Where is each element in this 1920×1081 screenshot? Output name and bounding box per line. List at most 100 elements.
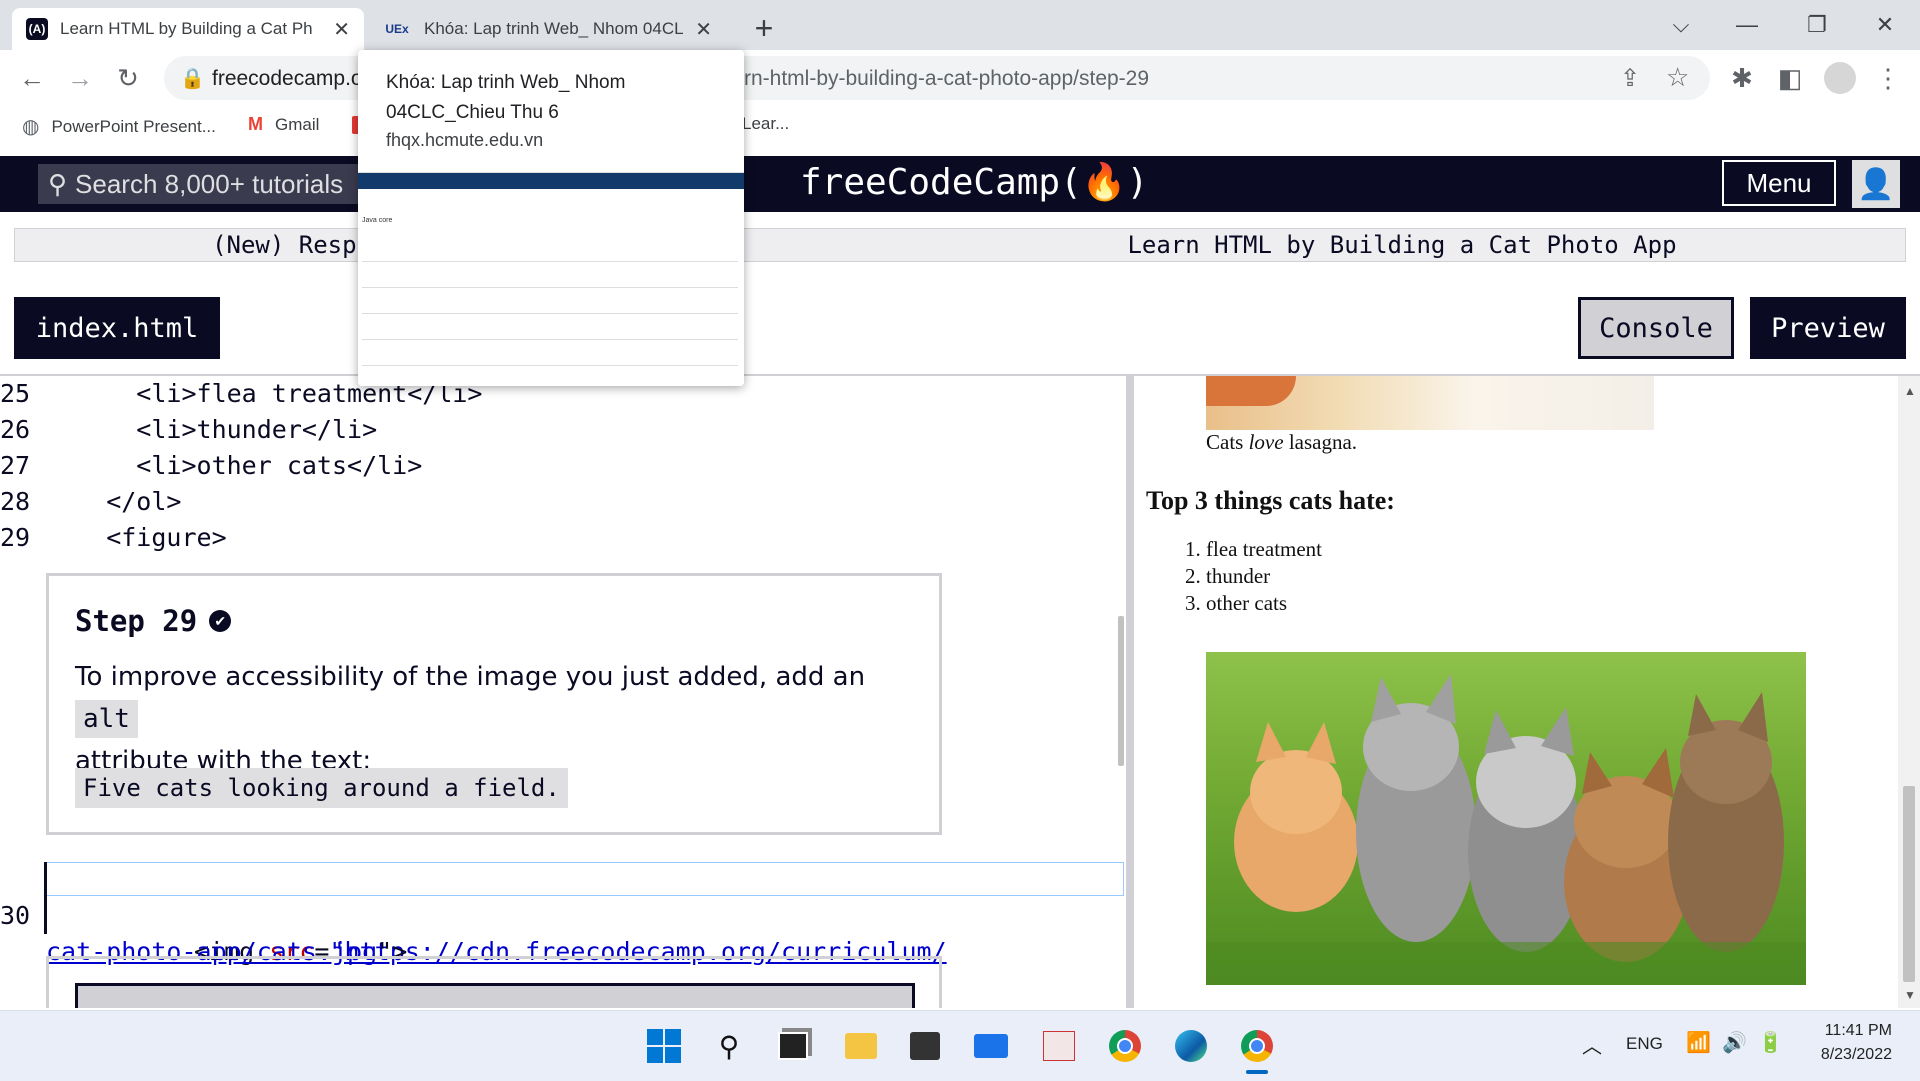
breadcrumb-block[interactable]: Learn HTML by Building a Cat Photo App xyxy=(598,228,1906,262)
bookmark-star-icon[interactable]: ☆ xyxy=(1666,62,1689,93)
clock-date[interactable]: 8/23/2022 xyxy=(1806,1046,1892,1064)
active-app-indicator xyxy=(1246,1070,1268,1074)
thumb-heading: Java core xyxy=(362,217,393,224)
tab-hover-card: Khóa: Lap trinh Web_ Nhom 04CLC_Chieu Th… xyxy=(358,50,744,386)
code-text: <figure> xyxy=(46,523,227,552)
tab-search-chevron-icon[interactable]: ⌵ xyxy=(1658,8,1704,42)
tab-title: Learn HTML by Building a Cat Ph xyxy=(60,19,313,38)
console-button[interactable]: Console xyxy=(1578,297,1734,359)
extensions-puzzle-icon[interactable]: ✱ xyxy=(1722,58,1762,98)
code-line: 29 <figure> xyxy=(0,520,1126,556)
minimize-window-icon[interactable]: — xyxy=(1724,8,1770,42)
share-icon[interactable]: ⇪ xyxy=(1620,64,1640,93)
lasagna-image xyxy=(1206,376,1654,430)
url-path: rn-html-by-building-a-cat-photo-app/step… xyxy=(744,67,1150,90)
code-line: 26 <li>thunder</li> xyxy=(0,412,1126,448)
bookmark-learn[interactable]: Lear... xyxy=(742,114,789,134)
forward-arrow-icon[interactable]: → xyxy=(60,58,100,98)
caption-text: lasagna. xyxy=(1283,430,1358,454)
check-code-button[interactable] xyxy=(75,983,915,1008)
line-number: 26 xyxy=(0,415,31,444)
next-card xyxy=(46,956,942,1008)
thumb-row xyxy=(362,313,738,314)
search-icon[interactable]: ⚲ xyxy=(708,1025,750,1067)
line-number: 29 xyxy=(0,523,31,552)
list-item: thunder xyxy=(1206,563,1322,590)
code-text: </ol> xyxy=(46,487,182,516)
pane-resize-handle[interactable] xyxy=(1126,376,1134,1008)
more-menu-icon[interactable]: ⋮ xyxy=(1868,58,1908,98)
clock-time[interactable]: 11:41 PM xyxy=(1806,1022,1892,1040)
user-avatar-icon[interactable]: 👤 xyxy=(1852,160,1900,208)
file-tab-index-html[interactable]: index.html xyxy=(14,297,220,359)
code-line-30-wrap: cat-photo-app/cats.jpg"> xyxy=(0,898,1126,966)
thumb-header-bar xyxy=(358,173,744,189)
cats-illustration xyxy=(1206,674,1806,985)
editor-scrollbar[interactable] xyxy=(1118,616,1124,766)
chrome-active-icon[interactable] xyxy=(1236,1025,1278,1067)
chrome-icon[interactable] xyxy=(1104,1025,1146,1067)
microsoft-store-icon[interactable] xyxy=(904,1025,946,1067)
breadcrumb-block-label: Learn HTML by Building a Cat Photo App xyxy=(1127,231,1677,259)
file-explorer-icon[interactable] xyxy=(840,1025,882,1067)
list-item: flea treatment xyxy=(1206,536,1322,563)
lock-icon: 🔒 xyxy=(180,68,205,90)
code-text: <li>thunder</li> xyxy=(46,415,378,444)
line-number: 28 xyxy=(0,487,31,516)
scroll-up-arrow-icon[interactable]: ▲ xyxy=(1904,384,1916,398)
search-icon: ⚲ xyxy=(48,168,68,199)
app-icon[interactable] xyxy=(1038,1025,1080,1067)
search-placeholder: Search 8,000+ tutorials xyxy=(75,168,344,199)
new-tab-button[interactable]: + xyxy=(744,8,784,48)
back-arrow-icon[interactable]: ← xyxy=(12,58,52,98)
start-windows-icon[interactable] xyxy=(643,1025,685,1067)
hate-list: flea treatment thunder other cats xyxy=(1146,536,1322,617)
search-input[interactable]: ⚲ Search 8,000+ tutorials xyxy=(38,164,358,204)
scroll-down-arrow-icon[interactable]: ▼ xyxy=(1904,988,1916,1002)
code-line: 28 </ol> xyxy=(0,484,1126,520)
edge-icon[interactable] xyxy=(1170,1025,1212,1067)
profile-avatar-icon[interactable] xyxy=(1824,62,1856,94)
globe-icon: ◍ xyxy=(22,116,40,138)
code-text: <li>other cats</li> xyxy=(46,451,423,480)
chevron-up-icon[interactable]: ︿ xyxy=(1582,1030,1602,1059)
restore-window-icon[interactable]: ❐ xyxy=(1794,8,1840,42)
hover-card-thumbnail: Java core xyxy=(358,172,744,386)
code-line: 27 <li>other cats</li> xyxy=(0,448,1126,484)
language-indicator[interactable]: ENG xyxy=(1626,1034,1663,1054)
gmail-icon: M xyxy=(248,114,263,134)
close-window-icon[interactable]: ✕ xyxy=(1862,8,1908,42)
hover-card-title: Khóa: Lap trinh Web_ Nhom 04CLC_Chieu Th… xyxy=(386,72,626,123)
reload-icon[interactable]: ↻ xyxy=(108,58,148,98)
step-description: To improve accessibility of the image yo… xyxy=(75,662,866,692)
menu-button[interactable]: Menu xyxy=(1722,160,1836,206)
bookmark-label: Lear... xyxy=(742,114,790,133)
lasagna-sauce xyxy=(1206,376,1296,406)
check-circle-icon: ✔ xyxy=(209,610,232,632)
thumb-row xyxy=(362,365,738,366)
thumb-row xyxy=(362,261,738,262)
freecodecamp-logo[interactable]: freeCodeCamp(🔥) xyxy=(800,160,1148,204)
preview-scrollbar[interactable]: ▲ ▼ xyxy=(1898,376,1920,1008)
line-number: 27 xyxy=(0,451,31,480)
mail-icon[interactable] xyxy=(970,1025,1012,1067)
close-tab-icon[interactable]: ✕ xyxy=(695,17,712,42)
volume-icon[interactable]: 🔊 xyxy=(1722,1030,1747,1055)
line-number: 25 xyxy=(0,379,31,408)
scrollbar-thumb[interactable] xyxy=(1903,786,1915,982)
close-tab-icon[interactable]: ✕ xyxy=(333,17,350,42)
alt-text-example: Five cats looking around a field. xyxy=(75,768,568,808)
tab-lms-course[interactable]: UEx Khóa: Lap trinh Web_ Nhom 04CL ✕ xyxy=(368,8,726,50)
bookmark-powerpoint[interactable]: ◍ PowerPoint Present... xyxy=(22,114,216,139)
wifi-icon[interactable]: 📶 xyxy=(1686,1030,1711,1055)
task-view-icon[interactable] xyxy=(772,1025,814,1067)
bookmark-gmail[interactable]: M Gmail xyxy=(248,114,319,135)
bookmark-label: PowerPoint Present... xyxy=(51,116,216,136)
hover-card-host: fhqx.hcmute.edu.vn xyxy=(386,130,544,150)
code-line-30: 30 <img src="https://cdn.freecodecamp.or… xyxy=(0,862,1126,966)
side-panel-icon[interactable]: ◧ xyxy=(1770,58,1810,98)
preview-button[interactable]: Preview xyxy=(1750,297,1906,359)
tab-freecodecamp[interactable]: (A) Learn HTML by Building a Cat Ph ✕ xyxy=(12,8,364,50)
battery-icon[interactable]: 🔋 xyxy=(1758,1030,1783,1055)
caption-emphasis: love xyxy=(1248,430,1284,454)
